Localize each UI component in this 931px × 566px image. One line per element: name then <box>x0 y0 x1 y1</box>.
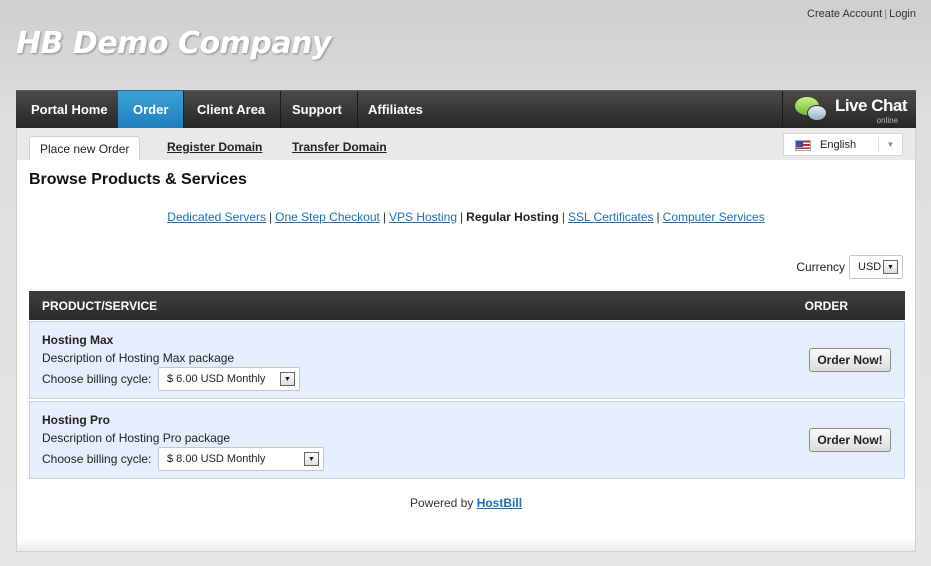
product-row-hosting-pro: Hosting Pro Description of Hosting Pro p… <box>29 401 905 479</box>
main-content: Place new Order Register Domain Transfer… <box>16 128 916 552</box>
powered-by-label: Powered by <box>409 496 474 510</box>
chevron-down-icon: ▼ <box>883 260 898 274</box>
currency-select[interactable]: USD ▼ <box>849 255 903 279</box>
category-current-regular-hosting: Regular Hosting <box>466 210 559 224</box>
category-separator: | <box>561 210 565 224</box>
product-name: Hosting Pro <box>42 413 110 427</box>
content-footer-bar <box>17 537 915 551</box>
billing-cycle-select[interactable]: $ 6.00 USD Monthly ▼ <box>158 367 300 391</box>
category-separator: | <box>269 210 273 224</box>
category-link-computer-services[interactable]: Computer Services <box>663 210 765 224</box>
language-selected-label: English <box>820 139 857 151</box>
top-links-separator: | <box>884 8 888 20</box>
order-now-button[interactable]: Order Now! <box>809 348 891 372</box>
category-separator: | <box>460 210 464 224</box>
order-now-button[interactable]: Order Now! <box>809 428 891 452</box>
category-links: Dedicated Servers | One Step Checkout | VPS … <box>17 210 915 224</box>
nav-item-support[interactable]: Support <box>277 91 358 128</box>
product-name: Hosting Max <box>42 333 114 347</box>
tab-register-domain[interactable]: Register Domain <box>167 140 262 154</box>
nav-item-order[interactable]: Order <box>118 91 185 128</box>
product-description: Description of Hosting Max package <box>42 351 235 365</box>
nav-item-portal-home[interactable]: Portal Home <box>16 91 124 128</box>
subtabs-bar: Place new Order Register Domain Transfer… <box>17 128 915 160</box>
currency-selected-value: USD <box>858 261 882 273</box>
chevron-down-icon: ▼ <box>304 452 319 466</box>
login-link[interactable]: Login <box>889 8 916 20</box>
tab-transfer-domain[interactable]: Transfer Domain <box>292 140 387 154</box>
chat-bubble-secondary-icon <box>807 105 827 121</box>
chevron-down-icon: ▼ <box>280 372 295 386</box>
category-link-ssl-certificates[interactable]: SSL Certificates <box>568 210 654 224</box>
products-table-header: PRODUCT/SERVICE ORDER <box>29 291 905 320</box>
header-order: ORDER <box>804 299 848 313</box>
language-select[interactable]: English ▼ <box>783 133 903 156</box>
hostbill-link[interactable]: HostBill <box>477 496 522 510</box>
header-product-service: PRODUCT/SERVICE <box>42 299 158 313</box>
billing-cycle-label: Choose billing cycle: <box>42 452 152 466</box>
currency-control: Currency USD ▼ <box>796 255 903 279</box>
billing-cycle-label: Choose billing cycle: <box>42 372 152 386</box>
category-separator: | <box>382 210 386 224</box>
tab-place-new-order[interactable]: Place new Order <box>29 136 141 160</box>
page-title: Browse Products & Services <box>29 171 247 188</box>
billing-cycle-select[interactable]: $ 8.00 USD Monthly ▼ <box>158 447 324 471</box>
billing-cycle-value: $ 6.00 USD Monthly <box>167 373 266 385</box>
currency-label: Currency <box>796 260 845 274</box>
live-chat-button[interactable]: Live Chat online <box>782 91 916 128</box>
powered-by: Powered by HostBill <box>17 496 915 510</box>
category-link-vps-hosting[interactable]: VPS Hosting <box>389 210 457 224</box>
us-flag-icon <box>795 140 811 151</box>
create-account-link[interactable]: Create Account <box>807 8 882 20</box>
nav-item-affiliates[interactable]: Affiliates <box>353 91 438 128</box>
chevron-down-icon: ▼ <box>878 137 902 152</box>
category-link-one-step-checkout[interactable]: One Step Checkout <box>275 210 380 224</box>
main-nav: Portal Home Order Client Area Support Af… <box>16 90 916 128</box>
category-link-dedicated-servers[interactable]: Dedicated Servers <box>167 210 266 224</box>
live-chat-title: Live Chat <box>835 96 908 115</box>
company-logo[interactable]: HB Demo Company <box>16 26 332 61</box>
product-row-hosting-max: Hosting Max Description of Hosting Max p… <box>29 321 905 399</box>
product-description: Description of Hosting Pro package <box>42 431 231 445</box>
live-chat-status: online <box>876 116 898 125</box>
nav-item-client-area[interactable]: Client Area <box>182 91 282 128</box>
billing-cycle-value: $ 8.00 USD Monthly <box>167 453 266 465</box>
top-links: Create Account | Login <box>807 8 916 20</box>
category-separator: | <box>656 210 660 224</box>
